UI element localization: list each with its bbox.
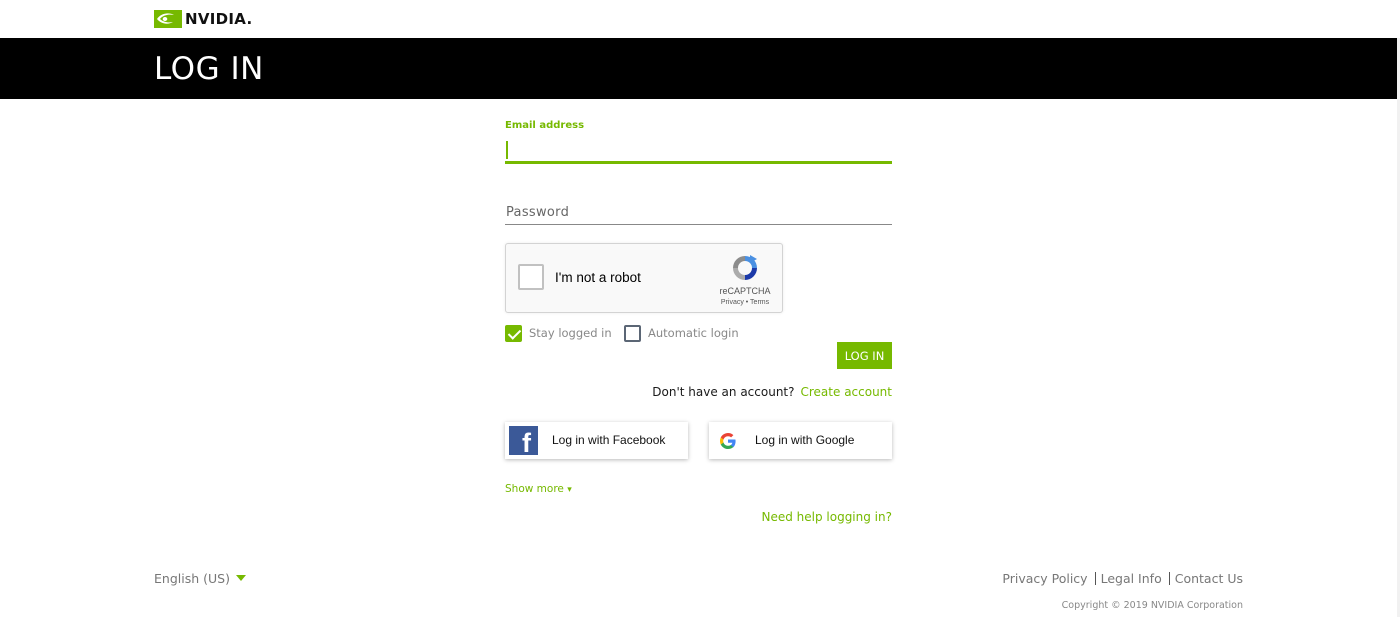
signup-prompt: Don't have an account? Create account [505, 385, 892, 399]
recaptcha-icon [733, 255, 757, 280]
show-more-toggle[interactable]: Show more ▾ [505, 483, 572, 495]
nvidia-logo-icon [154, 10, 182, 28]
login-options: Stay logged in Automatic login [505, 325, 892, 343]
automatic-login-checkbox[interactable] [624, 325, 641, 342]
facebook-login-button[interactable]: f Log in with Facebook [505, 422, 688, 459]
legal-info-link[interactable]: Legal Info [1101, 571, 1162, 586]
brand-name: NVIDIA. [185, 10, 253, 28]
text-cursor [506, 141, 508, 159]
google-icon [720, 433, 736, 449]
language-selector[interactable]: English (US) [154, 571, 246, 586]
google-login-button[interactable]: Log in with Google [709, 422, 892, 459]
facebook-button-label: Log in with Facebook [552, 433, 666, 447]
google-button-label: Log in with Google [755, 433, 855, 447]
language-label: English (US) [154, 571, 230, 586]
stay-logged-in-checkbox[interactable] [505, 325, 522, 342]
caret-down-icon [235, 575, 246, 581]
divider [1168, 572, 1170, 585]
recaptcha-checkbox[interactable] [518, 264, 544, 290]
need-help-link[interactable]: Need help logging in? [505, 510, 892, 524]
facebook-icon: f [509, 426, 538, 457]
email-label: Email address [505, 120, 585, 131]
automatic-login-label[interactable]: Automatic login [648, 326, 739, 340]
password-field[interactable] [505, 200, 892, 225]
copyright-text: Copyright © 2019 NVIDIA Corporation [1061, 600, 1243, 611]
chevron-down-icon: ▾ [567, 485, 572, 495]
show-more-label: Show more [505, 483, 564, 495]
no-account-text: Don't have an account? [652, 385, 795, 399]
title-banner: LOG IN [0, 38, 1397, 99]
recaptcha-label: I'm not a robot [555, 270, 641, 285]
create-account-link[interactable]: Create account [801, 385, 893, 399]
nvidia-logo[interactable]: NVIDIA. [154, 8, 252, 30]
recaptcha-widget: I'm not a robot reCAPTCHA Privacy • Term… [505, 243, 783, 313]
top-bar: NVIDIA. [0, 0, 1400, 38]
login-button[interactable]: LOG IN [837, 342, 892, 369]
stay-logged-in-label[interactable]: Stay logged in [529, 326, 612, 340]
page-title: LOG IN [154, 51, 264, 87]
footer-links: Privacy Policy Legal Info Contact Us [1002, 571, 1243, 586]
recaptcha-brand: reCAPTCHA [719, 286, 771, 296]
privacy-policy-link[interactable]: Privacy Policy [1002, 571, 1087, 586]
divider [1094, 572, 1096, 585]
contact-us-link[interactable]: Contact Us [1175, 571, 1243, 586]
email-field[interactable] [505, 142, 892, 164]
recaptcha-privacy-terms[interactable]: Privacy • Terms [706, 299, 784, 306]
